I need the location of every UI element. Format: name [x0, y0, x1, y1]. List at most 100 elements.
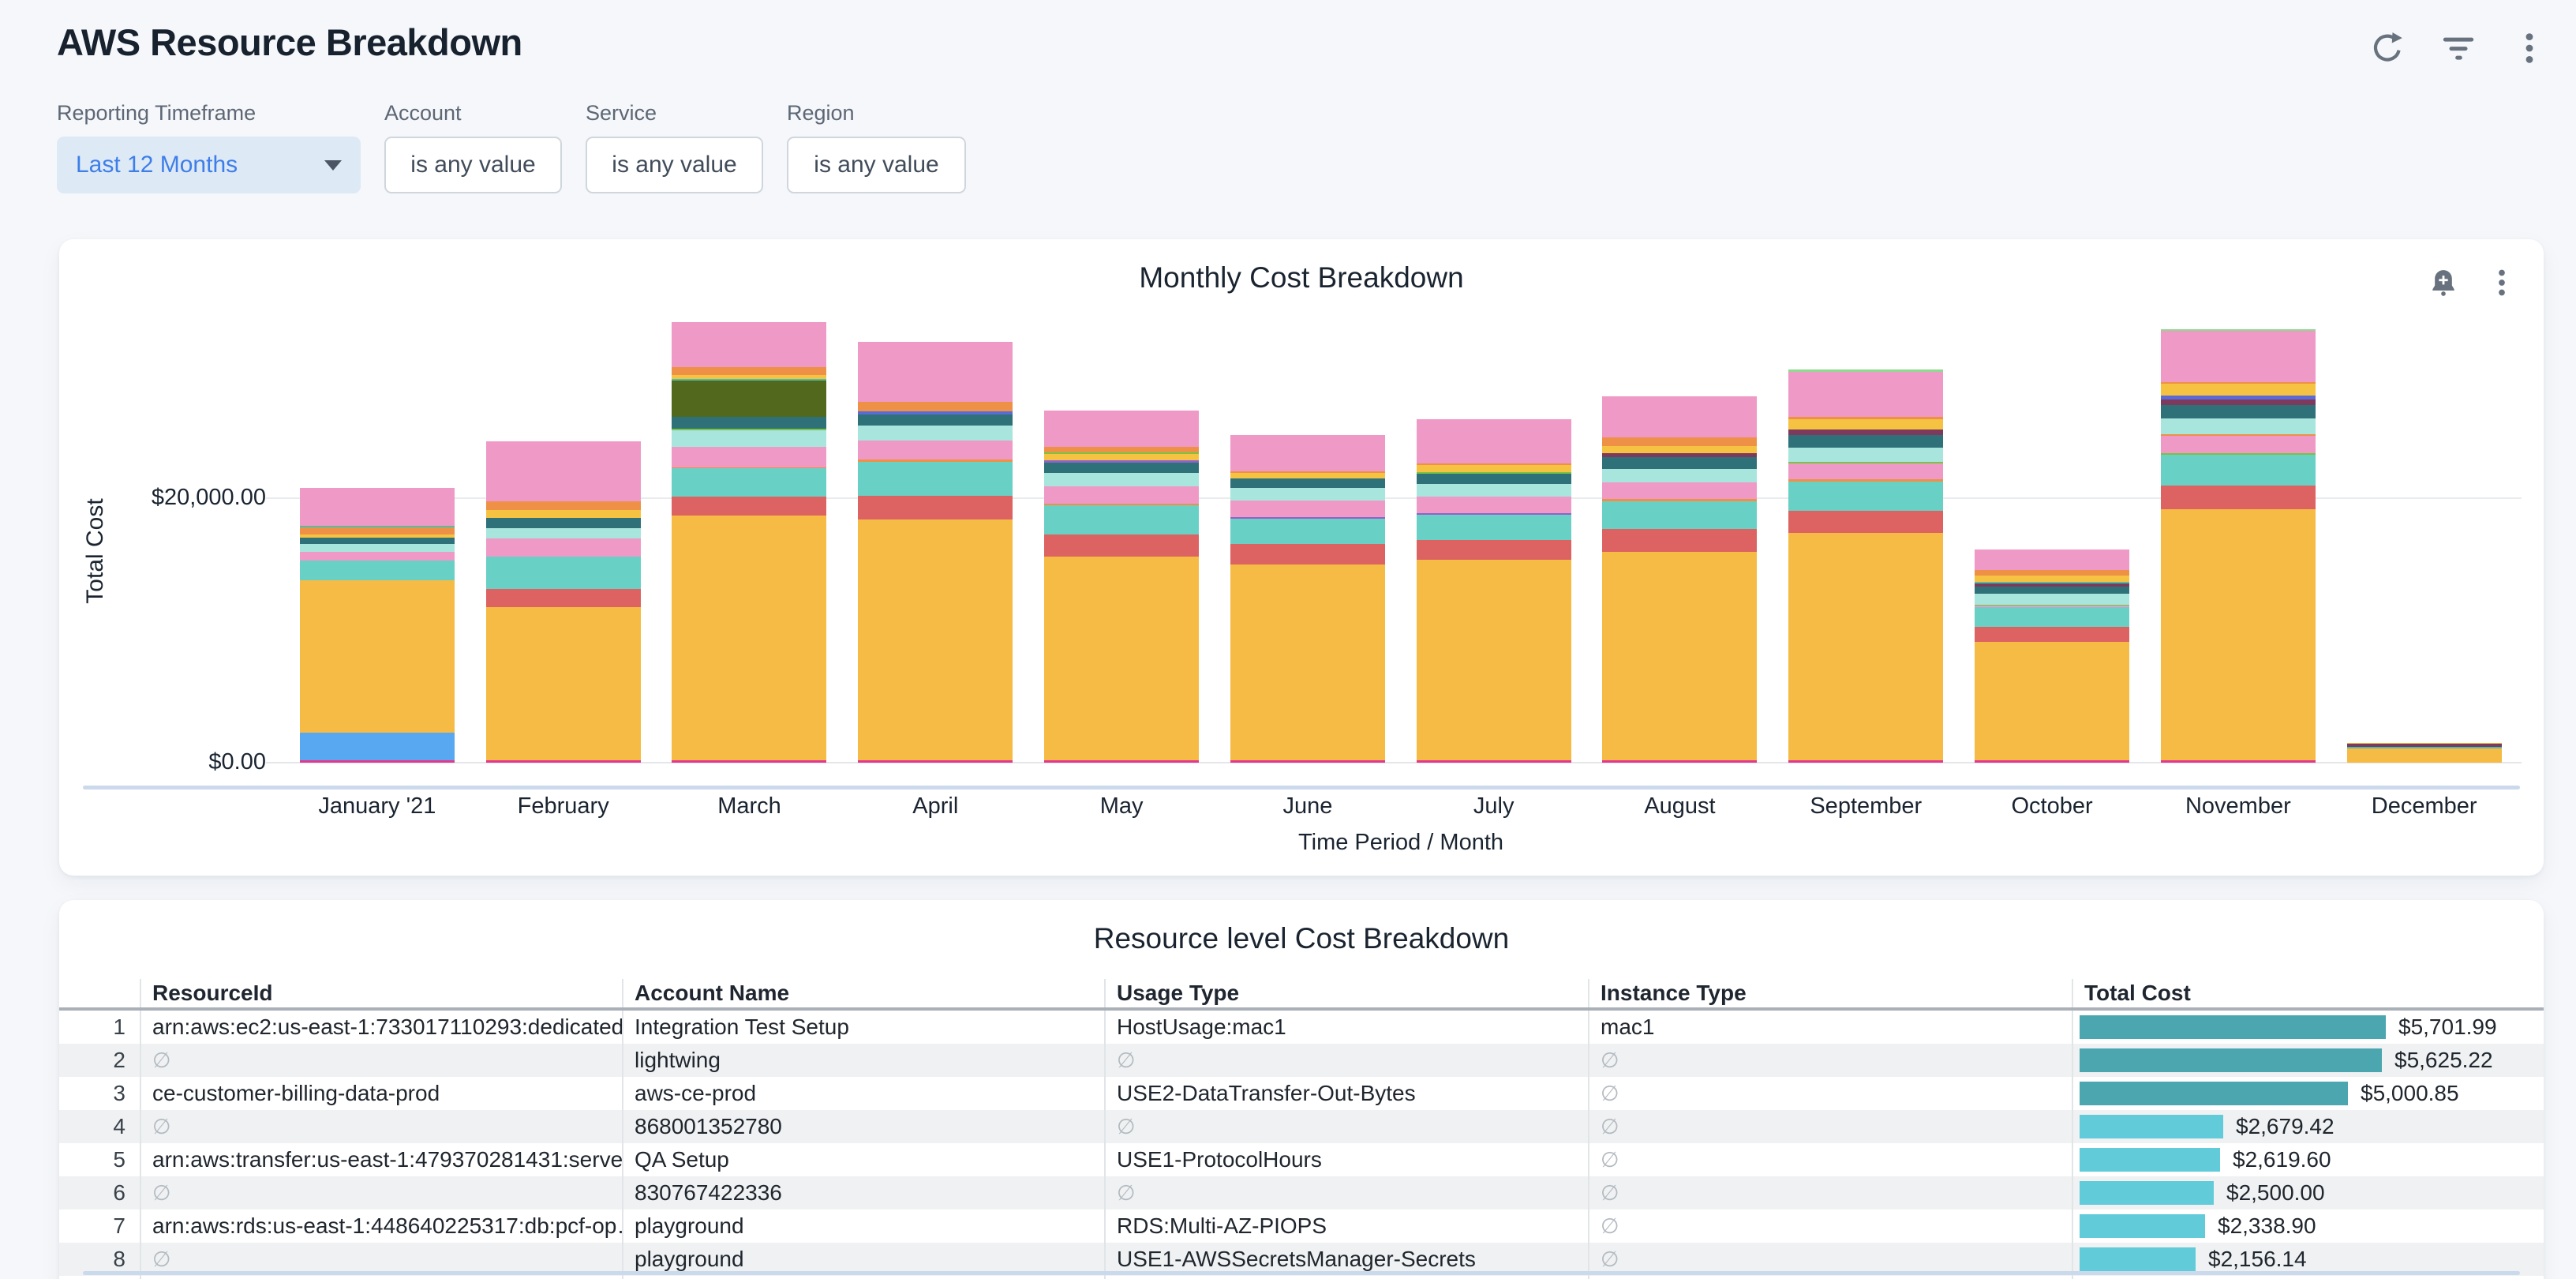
bar-segment-yellow[interactable] — [1975, 576, 2129, 582]
bar-segment-pink[interactable] — [1788, 463, 1943, 479]
bar-segment-pink[interactable] — [1417, 419, 1571, 463]
bar-segment-lcyan[interactable] — [1044, 473, 1199, 486]
bar-segment-teal[interactable] — [1602, 501, 1757, 529]
bar-segment-dteal[interactable] — [2161, 405, 2316, 418]
bar-segment-yellow[interactable] — [2161, 384, 2316, 396]
bar-segment-maroon[interactable] — [1788, 429, 1943, 435]
bar-segment-amber[interactable] — [1602, 552, 1757, 761]
bar-segment-teal[interactable] — [858, 462, 1013, 497]
chart-horizontal-scrollbar[interactable] — [83, 786, 2520, 790]
table-horizontal-scrollbar[interactable] — [83, 1271, 2520, 1275]
stacked-bar-september[interactable] — [1788, 369, 1943, 763]
bar-segment-lcyan[interactable] — [1230, 488, 1385, 501]
header-account-name[interactable]: Account Name — [623, 979, 1105, 1009]
bar-segment-lcyan[interactable] — [1788, 448, 1943, 462]
timeframe-dropdown[interactable]: Last 12 Months — [57, 137, 361, 193]
header-instance-type[interactable]: Instance Type — [1589, 979, 2072, 1009]
bar-segment-pink[interactable] — [486, 441, 641, 501]
header-resource-id[interactable]: ResourceId — [140, 979, 623, 1009]
bar-segment-amber[interactable] — [2161, 509, 2316, 760]
bar-segment-pink[interactable] — [672, 322, 826, 367]
bar-segment-magenta[interactable] — [300, 760, 455, 763]
bar-segment-teal[interactable] — [672, 468, 826, 497]
bar-segment-pink[interactable] — [1044, 411, 1199, 447]
bar-segment-magenta[interactable] — [858, 760, 1013, 763]
bar-segment-red[interactable] — [672, 497, 826, 515]
bar-segment-teal[interactable] — [1417, 515, 1571, 540]
bar-segment-red[interactable] — [1602, 529, 1757, 552]
bar-segment-red[interactable] — [1975, 627, 2129, 641]
bar-segment-lcyan[interactable] — [672, 430, 826, 447]
bar-segment-amber[interactable] — [300, 580, 455, 733]
bar-segment-dteal[interactable] — [672, 417, 826, 429]
bar-segment-pink[interactable] — [858, 342, 1013, 402]
bar-segment-amber[interactable] — [858, 519, 1013, 760]
header-total-cost[interactable]: Total Cost — [2072, 979, 2544, 1009]
bar-segment-orange[interactable] — [1602, 437, 1757, 445]
bar-segment-magenta[interactable] — [1602, 760, 1757, 763]
stacked-bar-august[interactable] — [1602, 396, 1757, 763]
bar-segment-yellow[interactable] — [1417, 465, 1571, 471]
bar-segment-dteal[interactable] — [1975, 587, 2129, 594]
bar-segment-lcyan[interactable] — [858, 426, 1013, 440]
bar-segment-pink[interactable] — [1044, 486, 1199, 504]
stacked-bar-december[interactable] — [2347, 743, 2502, 763]
bar-segment-lcyan[interactable] — [1602, 469, 1757, 482]
bar-segment-teal[interactable] — [1230, 519, 1385, 544]
bar-segment-amber[interactable] — [486, 607, 641, 760]
bar-segment-orange[interactable] — [300, 527, 455, 534]
bar-segment-lcyan[interactable] — [2161, 418, 2316, 434]
bar-segment-lcyan[interactable] — [1975, 594, 2129, 604]
header-usage-type[interactable]: Usage Type — [1105, 979, 1589, 1009]
bar-segment-dteal[interactable] — [1788, 435, 1943, 448]
bar-segment-magenta[interactable] — [1417, 760, 1571, 763]
bar-segment-teal[interactable] — [486, 557, 641, 588]
bar-segment-pink[interactable] — [1602, 482, 1757, 500]
bar-segment-red[interactable] — [858, 496, 1013, 519]
stacked-bar-march[interactable] — [672, 322, 826, 763]
bar-segment-pink[interactable] — [672, 447, 826, 467]
bar-segment-magenta[interactable] — [2161, 760, 2316, 763]
bar-segment-amber[interactable] — [672, 516, 826, 761]
bar-segment-pink[interactable] — [486, 538, 641, 557]
bar-segment-amber[interactable] — [1417, 560, 1571, 761]
stacked-bar-november[interactable] — [2161, 329, 2316, 763]
stacked-bar-june[interactable] — [1230, 435, 1385, 763]
bar-segment-pink[interactable] — [1602, 396, 1757, 438]
bar-segment-amber[interactable] — [1975, 642, 2129, 761]
alert-bell-plus-icon[interactable] — [2425, 264, 2462, 301]
stacked-bar-january-21[interactable] — [300, 488, 455, 763]
bar-segment-red[interactable] — [486, 589, 641, 608]
bar-segment-pink[interactable] — [2161, 436, 2316, 453]
bar-segment-pink[interactable] — [1975, 549, 2129, 569]
stacked-bar-october[interactable] — [1975, 549, 2129, 763]
bar-segment-yellow[interactable] — [486, 510, 641, 519]
bar-segment-orange[interactable] — [1044, 447, 1199, 453]
bar-segment-maroon[interactable] — [2161, 399, 2316, 406]
bar-segment-red[interactable] — [1230, 544, 1385, 565]
bar-segment-magenta[interactable] — [1788, 760, 1943, 763]
bar-segment-dteal[interactable] — [858, 414, 1013, 426]
bar-segment-lcyan[interactable] — [300, 544, 455, 552]
bar-segment-teal[interactable] — [1788, 482, 1943, 511]
bar-segment-yellow[interactable] — [1788, 419, 1943, 429]
more-menu-icon[interactable] — [2511, 30, 2548, 66]
bar-segment-pink[interactable] — [1230, 435, 1385, 471]
bar-segment-orange[interactable] — [672, 367, 826, 375]
bar-segment-teal[interactable] — [300, 561, 455, 580]
region-filter-button[interactable]: is any value — [787, 137, 966, 193]
bar-segment-pink[interactable] — [1230, 501, 1385, 517]
bar-segment-yellow[interactable] — [1044, 454, 1199, 460]
bar-segment-pink[interactable] — [2161, 331, 2316, 382]
bar-segment-pink[interactable] — [300, 488, 455, 526]
bar-segment-dteal[interactable] — [1602, 457, 1757, 469]
chart-more-menu-icon[interactable] — [2484, 264, 2520, 301]
bar-segment-lcyan[interactable] — [1417, 484, 1571, 497]
bar-segment-amber[interactable] — [1788, 533, 1943, 760]
account-filter-button[interactable]: is any value — [384, 137, 562, 193]
bar-segment-orange[interactable] — [1975, 570, 2129, 576]
bar-segment-dteal[interactable] — [486, 518, 641, 528]
stacked-bar-february[interactable] — [486, 441, 641, 763]
service-filter-button[interactable]: is any value — [586, 137, 763, 193]
bar-segment-teal[interactable] — [1044, 505, 1199, 534]
